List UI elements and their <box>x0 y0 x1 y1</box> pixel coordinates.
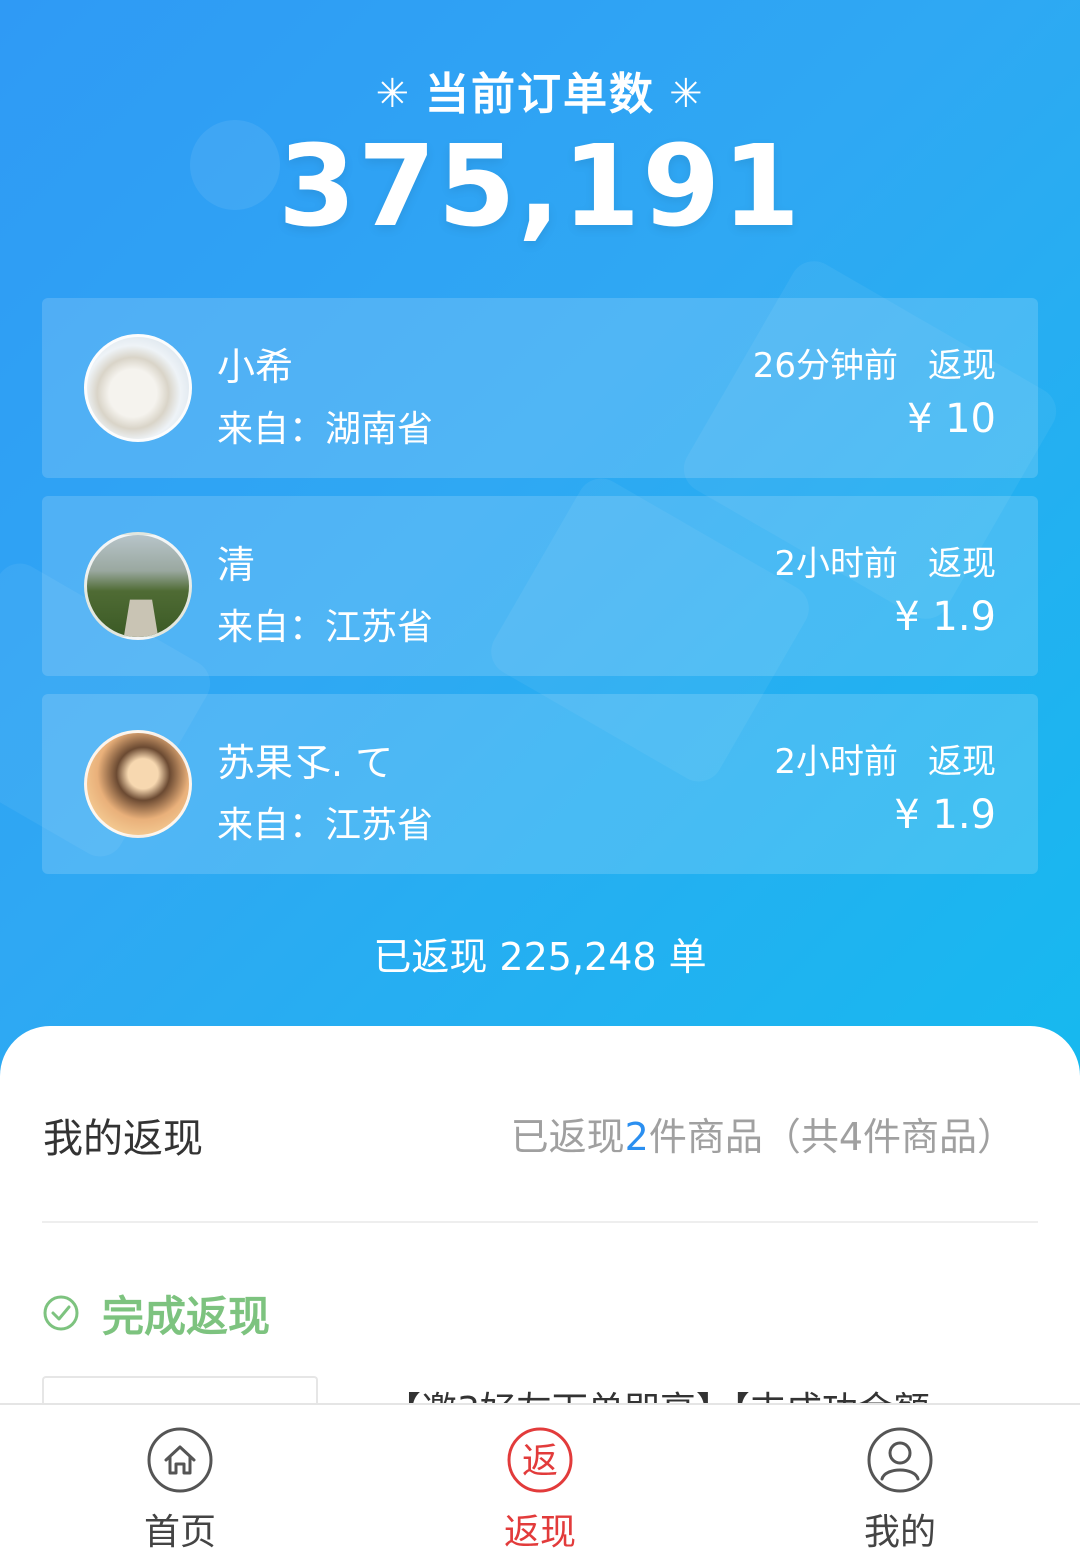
status-row: 完成返现 <box>42 1288 270 1341</box>
record-amount: ¥ 1.9 <box>894 594 996 640</box>
cashback-record-card: 小希 来自：湖南省 26分钟前 返现 ¥ 10 <box>42 298 1038 478</box>
record-action: 返现 <box>928 544 996 584</box>
home-icon <box>147 1427 213 1493</box>
sparkle-icon: ✳ <box>669 71 705 117</box>
record-time-text: 2小时前 <box>774 544 898 584</box>
record-time-text: 2小时前 <box>774 742 898 782</box>
record-time-text: 26分钟前 <box>752 346 898 386</box>
user-name: 清 <box>217 543 256 587</box>
tab-home[interactable]: 首页 <box>80 1427 280 1555</box>
tab-cashback-label: 返现 <box>503 1512 576 1553</box>
record-time: 2小时前 返现 <box>774 734 996 783</box>
avatar <box>84 334 192 442</box>
returned-orders-summary: 已返现 225,248 单 <box>373 935 707 979</box>
check-circle-icon <box>43 1295 79 1331</box>
record-action: 返现 <box>928 346 996 386</box>
avatar <box>84 532 192 640</box>
record-time: 2小时前 返现 <box>774 536 996 585</box>
tab-home-label: 首页 <box>143 1512 216 1553</box>
panel-title: 我的返现 <box>43 1116 203 1162</box>
tab-mine[interactable]: 我的 <box>800 1427 1000 1555</box>
cashback-progress-summary: 已返现2件商品（共4件商品） <box>511 1106 1015 1161</box>
hero-banner: ✳ 当前订单数 ✳ 375,191 小希 来自：湖南省 26分钟前 返现 ¥ 10 清… <box>0 0 1080 1080</box>
avatar-image-detail <box>122 599 160 637</box>
record-time: 26分钟前 返现 <box>753 338 996 387</box>
summary-count: 2 <box>624 1115 649 1159</box>
avatar <box>84 730 192 838</box>
user-name: 苏果孓. て <box>217 741 394 785</box>
user-icon <box>867 1427 933 1493</box>
cashback-record-card: 苏果孓. て 来自：江苏省 2小时前 返现 ¥ 1.9 <box>42 694 1038 874</box>
user-name: 小希 <box>217 345 294 389</box>
divider <box>42 1221 1038 1223</box>
tab-mine-label: 我的 <box>863 1512 936 1553</box>
sparkle-icon: ✳ <box>375 71 411 117</box>
cashback-record-card: 清 来自：江苏省 2小时前 返现 ¥ 1.9 <box>42 496 1038 676</box>
cashback-icon: 返 <box>507 1427 573 1493</box>
record-amount: ¥ 1.9 <box>894 792 996 838</box>
user-location: 来自：湖南省 <box>217 409 434 450</box>
record-action: 返现 <box>928 742 996 782</box>
tab-cashback[interactable]: 返 返现 <box>440 1427 640 1555</box>
summary-suffix: 件商品（共4件商品） <box>648 1115 1015 1159</box>
user-location: 来自：江苏省 <box>217 607 434 648</box>
bottom-tab-bar: 首页 返 返现 我的 <box>0 1403 1080 1565</box>
record-amount: ¥ 10 <box>906 396 996 442</box>
status-label: 完成返现 <box>102 1291 271 1341</box>
user-location: 来自：江苏省 <box>217 805 434 846</box>
cashback-glyph: 返 <box>522 1441 558 1482</box>
order-count-title: ✳ 当前订单数 ✳ <box>0 58 1080 122</box>
order-count-title-text: 当前订单数 <box>425 69 655 120</box>
order-count-value: 375,191 <box>277 122 803 252</box>
summary-prefix: 已返现 <box>510 1115 625 1159</box>
